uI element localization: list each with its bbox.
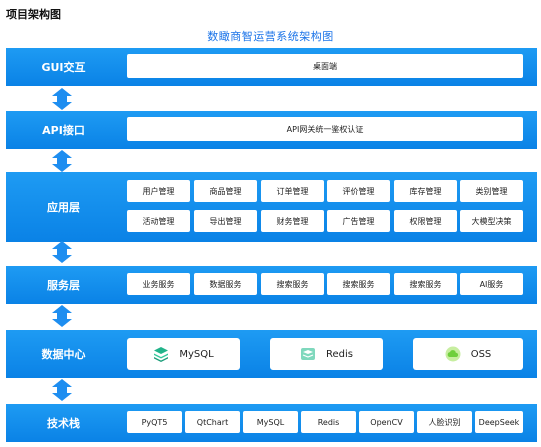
gui-layer-label: GUI交互 bbox=[41, 61, 86, 74]
redis-cube-icon bbox=[301, 348, 315, 360]
tech-item: 人脸识别 bbox=[417, 411, 472, 433]
app-item: 广告管理 bbox=[327, 210, 390, 232]
page-title: 项目架构图 bbox=[6, 8, 61, 21]
data-layer-label: 数据中心 bbox=[41, 348, 86, 361]
database-box-redis: Redis bbox=[270, 338, 383, 370]
app-item: 活动管理 bbox=[127, 210, 190, 232]
app-item: 订单管理 bbox=[261, 180, 324, 202]
app-item: 库存管理 bbox=[394, 180, 457, 202]
service-item: 搜索服务 bbox=[327, 273, 390, 295]
tech-item: Redis bbox=[301, 411, 356, 433]
database-box-mysql: MySQL bbox=[127, 338, 240, 370]
app-item: 用户管理 bbox=[127, 180, 190, 202]
gui-box-desktop: 桌面端 bbox=[127, 54, 523, 78]
app-item: 财务管理 bbox=[261, 210, 324, 232]
database-name: Redis bbox=[326, 348, 353, 360]
double-arrow-icon bbox=[52, 241, 72, 263]
double-arrow-icon bbox=[52, 150, 72, 172]
app-item: 商品管理 bbox=[194, 180, 257, 202]
tech-item: DeepSeek bbox=[475, 411, 523, 433]
diagram-title: 数瞰商智运营系统架构图 bbox=[207, 30, 334, 43]
tech-item: MySQL bbox=[243, 411, 298, 433]
service-item: 业务服务 bbox=[127, 273, 190, 295]
tech-item: QtChart bbox=[185, 411, 240, 433]
service-item: AI服务 bbox=[460, 273, 523, 295]
service-item: 搜索服务 bbox=[394, 273, 457, 295]
tech-item: OpenCV bbox=[359, 411, 414, 433]
double-arrow-icon bbox=[52, 379, 72, 401]
app-item: 权限管理 bbox=[394, 210, 457, 232]
double-arrow-icon bbox=[52, 305, 72, 327]
api-box-gateway: API网关统一鉴权认证 bbox=[127, 117, 523, 141]
database-name: MySQL bbox=[179, 348, 214, 360]
api-layer-label: API接口 bbox=[42, 124, 85, 137]
app-item: 类别管理 bbox=[460, 180, 523, 202]
service-item: 搜索服务 bbox=[261, 273, 324, 295]
service-layer-label: 服务层 bbox=[47, 279, 80, 292]
database-name: OSS bbox=[470, 348, 492, 360]
app-item: 评价管理 bbox=[327, 180, 390, 202]
app-item: 大模型决策 bbox=[460, 210, 523, 232]
tech-layer-label: 技术栈 bbox=[47, 417, 80, 430]
double-arrow-icon bbox=[52, 88, 72, 110]
service-item: 数据服务 bbox=[194, 273, 257, 295]
cloud-icon bbox=[445, 346, 461, 362]
stack-layers-icon bbox=[154, 347, 169, 362]
tech-item: PyQT5 bbox=[127, 411, 182, 433]
app-layer-label: 应用层 bbox=[47, 201, 80, 214]
app-item: 导出管理 bbox=[194, 210, 257, 232]
database-box-oss: OSS bbox=[413, 338, 523, 370]
